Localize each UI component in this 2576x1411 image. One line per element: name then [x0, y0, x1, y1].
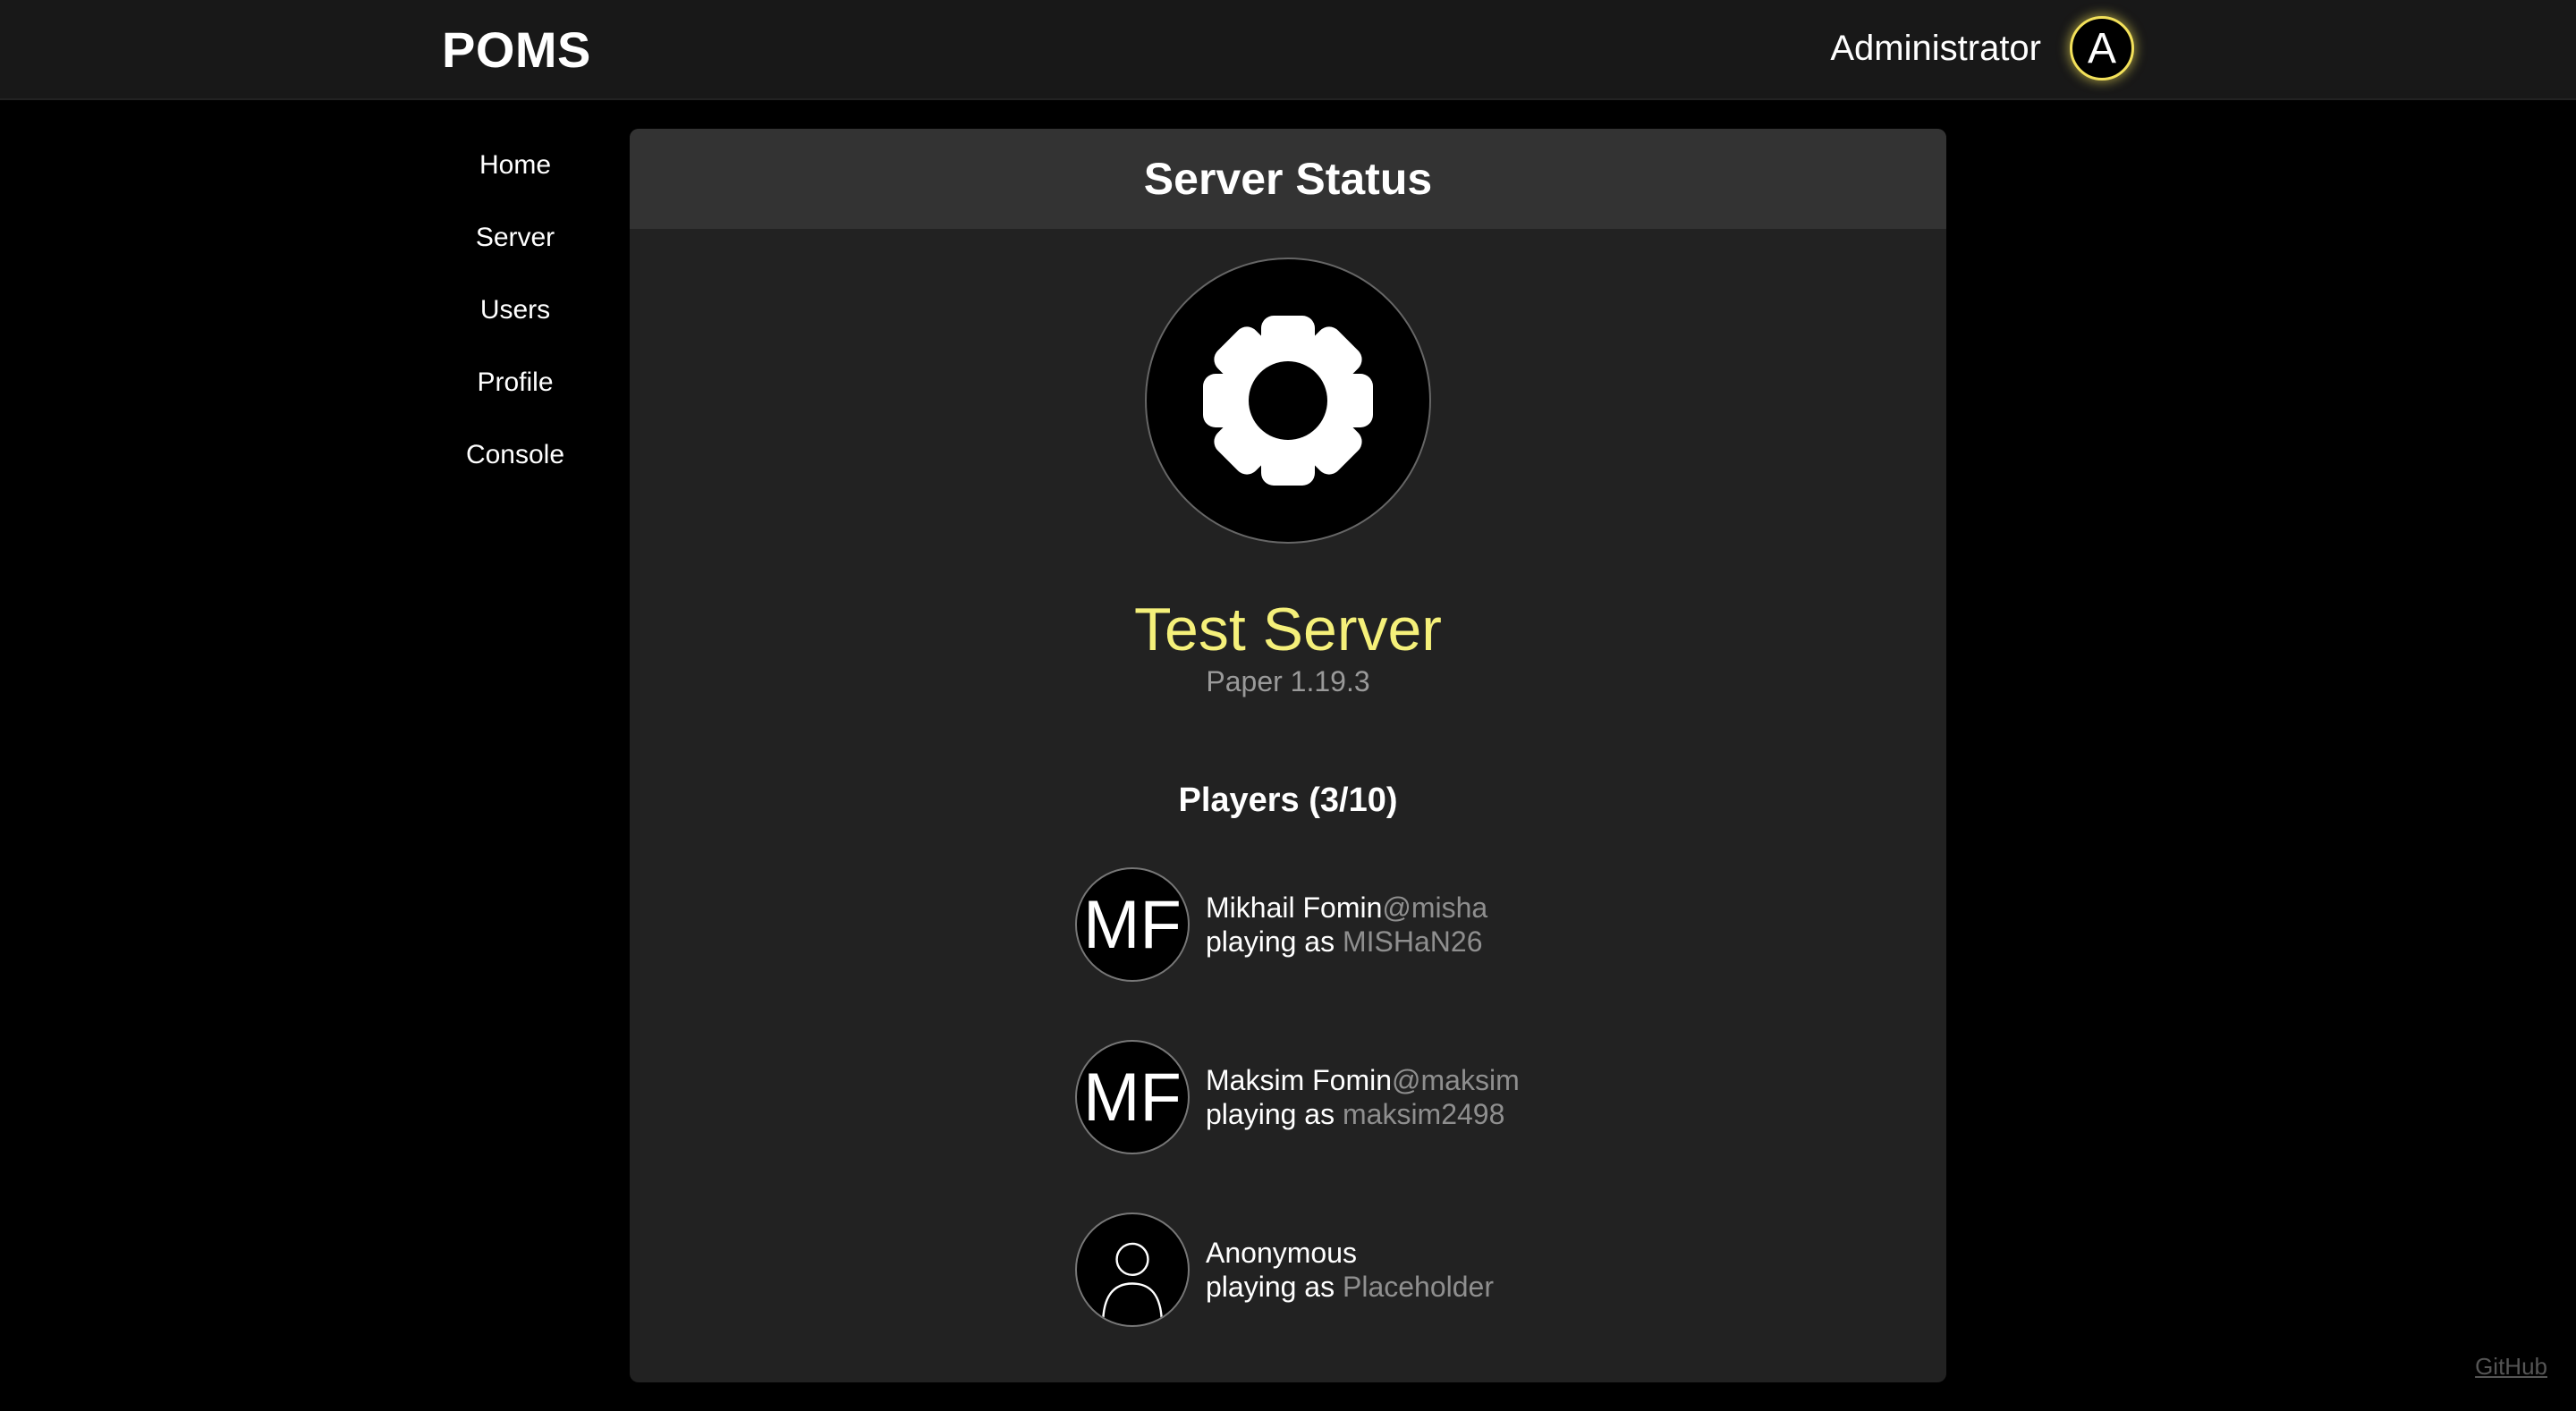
server-name: Test Server	[1134, 596, 1442, 663]
sidebar-item-console[interactable]: Console	[426, 418, 605, 491]
sidebar-item-server[interactable]: Server	[426, 201, 605, 274]
player-in-game-name: MISHaN26	[1342, 925, 1483, 958]
player-name: Anonymous	[1206, 1237, 1357, 1269]
player-item[interactable]: MF Maksim Fomin@maksim playing as maksim…	[1075, 1040, 1701, 1154]
player-avatar	[1075, 1212, 1190, 1327]
user-avatar[interactable]: A	[2070, 16, 2134, 80]
player-info: Mikhail Fomin@misha playing as MISHaN26	[1206, 891, 1487, 959]
player-item[interactable]: MF Mikhail Fomin@misha playing as MISHaN…	[1075, 867, 1701, 982]
sidebar-item-profile[interactable]: Profile	[426, 346, 605, 418]
server-avatar	[1145, 258, 1431, 544]
player-in-game-name: Placeholder	[1342, 1271, 1494, 1303]
panel-title: Server Status	[630, 129, 1946, 229]
player-handle[interactable]: @maksim	[1392, 1064, 1520, 1096]
user-menu[interactable]: Administrator A	[1830, 14, 2134, 82]
user-name[interactable]: Administrator	[1830, 29, 2041, 69]
github-link[interactable]: GitHub	[2475, 1353, 2547, 1381]
playing-as-label: playing as	[1206, 1098, 1335, 1130]
sidebar-nav: Home Server Users Profile Console	[426, 129, 605, 491]
server-status-panel: Server Status Test Server Paper 1.19.3 P…	[630, 129, 1946, 1382]
top-bar: POMS Administrator A	[0, 0, 2576, 100]
sidebar-item-home[interactable]: Home	[426, 129, 605, 201]
players-heading: Players (3/10)	[1178, 782, 1398, 819]
player-info: Maksim Fomin@maksim playing as maksim249…	[1206, 1063, 1520, 1131]
sidebar-item-users[interactable]: Users	[426, 274, 605, 346]
player-list: MF Mikhail Fomin@misha playing as MISHaN…	[1075, 867, 1701, 1382]
gear-icon	[1203, 316, 1373, 486]
player-item[interactable]: Anonymous playing as Placeholder	[1075, 1212, 1701, 1327]
player-handle[interactable]: @misha	[1382, 891, 1487, 924]
playing-as-label: playing as	[1206, 1271, 1335, 1303]
user-silhouette-icon	[1101, 1242, 1164, 1325]
player-name[interactable]: Mikhail Fomin	[1206, 891, 1382, 924]
player-avatar[interactable]: MF	[1075, 1040, 1190, 1154]
player-info: Anonymous playing as Placeholder	[1206, 1236, 1494, 1304]
player-in-game-name: maksim2498	[1342, 1098, 1505, 1130]
app-brand[interactable]: POMS	[442, 18, 591, 82]
playing-as-label: playing as	[1206, 925, 1335, 958]
player-name[interactable]: Maksim Fomin	[1206, 1064, 1392, 1096]
server-version: Paper 1.19.3	[1206, 665, 1370, 697]
player-avatar[interactable]: MF	[1075, 867, 1190, 982]
